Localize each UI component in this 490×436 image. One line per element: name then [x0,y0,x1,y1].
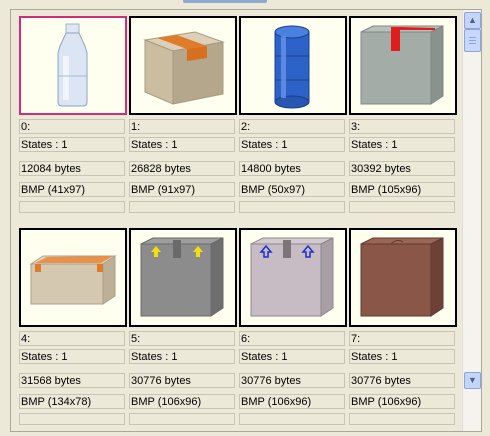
scroll-down-button[interactable]: ▼ [464,372,481,389]
sprite-format-5: BMP (106x96) [129,394,235,409]
sprite-extra-4 [19,413,125,425]
sprite-states-7: States : 1 [349,349,455,364]
sprite-format-2: BMP (50x97) [239,182,345,197]
sprite-format-3: BMP (105x96) [349,182,455,197]
sprite-index-1: 1: [129,119,235,134]
flat-box-orange-tape-icon [29,255,117,305]
grip-line-icon [469,43,476,44]
sprite-size-0: 12084 bytes [19,161,125,176]
sprite-index-0: 0: [19,119,125,134]
sprite-thumbnail-6[interactable] [239,228,347,327]
sprite-thumbnail-5[interactable] [129,228,237,327]
sprite-index-4: 4: [19,331,125,346]
sprite-format-7: BMP (106x96) [349,394,455,409]
sprite-extra-2 [239,201,345,213]
sprite-index-7: 7: [349,331,455,346]
scroll-up-button[interactable]: ▲ [464,12,481,29]
sprite-thumbnail-3[interactable] [349,16,457,115]
sprite-size-6: 30776 bytes [239,373,345,388]
sprite-size-5: 30776 bytes [129,373,235,388]
sprite-thumbnail-2[interactable] [239,16,347,115]
vertical-scrollbar[interactable]: ▲ ▼ [462,10,481,431]
sprite-states-5: States : 1 [129,349,235,364]
brown-box-icon [360,237,444,317]
plastic-bottle-icon [57,23,88,107]
sprite-format-4: BMP (134x78) [19,394,125,409]
sprite-index-5: 5: [129,331,235,346]
light-box-blue-arrows-icon [250,237,334,317]
sprite-extra-6 [239,413,345,425]
sprite-thumbnail-0[interactable] [19,16,127,115]
sprite-extra-7 [349,413,455,425]
sprite-thumbnail-4[interactable] [19,228,127,327]
chevron-up-icon: ▲ [468,15,477,25]
sprite-thumbnail-1[interactable] [129,16,237,115]
sprite-list-panel: 0: States : 1 12084 bytes BMP (41x97) 1:… [10,9,482,432]
sprite-index-3: 3: [349,119,455,134]
sprite-extra-0 [19,201,125,213]
sprite-grid: 0: States : 1 12084 bytes BMP (41x97) 1:… [11,10,460,431]
sprite-states-1: States : 1 [129,137,235,152]
sprite-states-0: States : 1 [19,137,125,152]
sprite-index-6: 6: [239,331,345,346]
blue-barrel-icon [274,25,310,109]
gray-box-red-tape-icon [360,25,444,105]
sprite-size-7: 30776 bytes [349,373,455,388]
sprite-extra-5 [129,413,235,425]
sprite-states-6: States : 1 [239,349,345,364]
sprite-index-2: 2: [239,119,345,134]
sprite-states-4: States : 1 [19,349,125,364]
top-tab-indicator [183,0,267,3]
chevron-down-icon: ▼ [468,375,477,385]
sprite-format-1: BMP (91x97) [129,182,235,197]
sprite-extra-3 [349,201,455,213]
sprite-size-1: 26828 bytes [129,161,235,176]
sprite-extra-1 [129,201,235,213]
gray-box-yellow-arrows-icon [140,237,224,317]
sprite-size-2: 14800 bytes [239,161,345,176]
sprite-size-3: 30392 bytes [349,161,455,176]
taped-cardboard-box-icon [143,31,225,105]
sprite-states-3: States : 1 [349,137,455,152]
sprite-format-6: BMP (106x96) [239,394,345,409]
sprite-thumbnail-7[interactable] [349,228,457,327]
sprite-format-0: BMP (41x97) [19,182,125,197]
grip-line-icon [469,37,476,38]
scroll-thumb[interactable] [464,29,481,52]
sprite-states-2: States : 1 [239,137,345,152]
sprite-size-4: 31568 bytes [19,373,125,388]
grip-line-icon [469,40,476,41]
